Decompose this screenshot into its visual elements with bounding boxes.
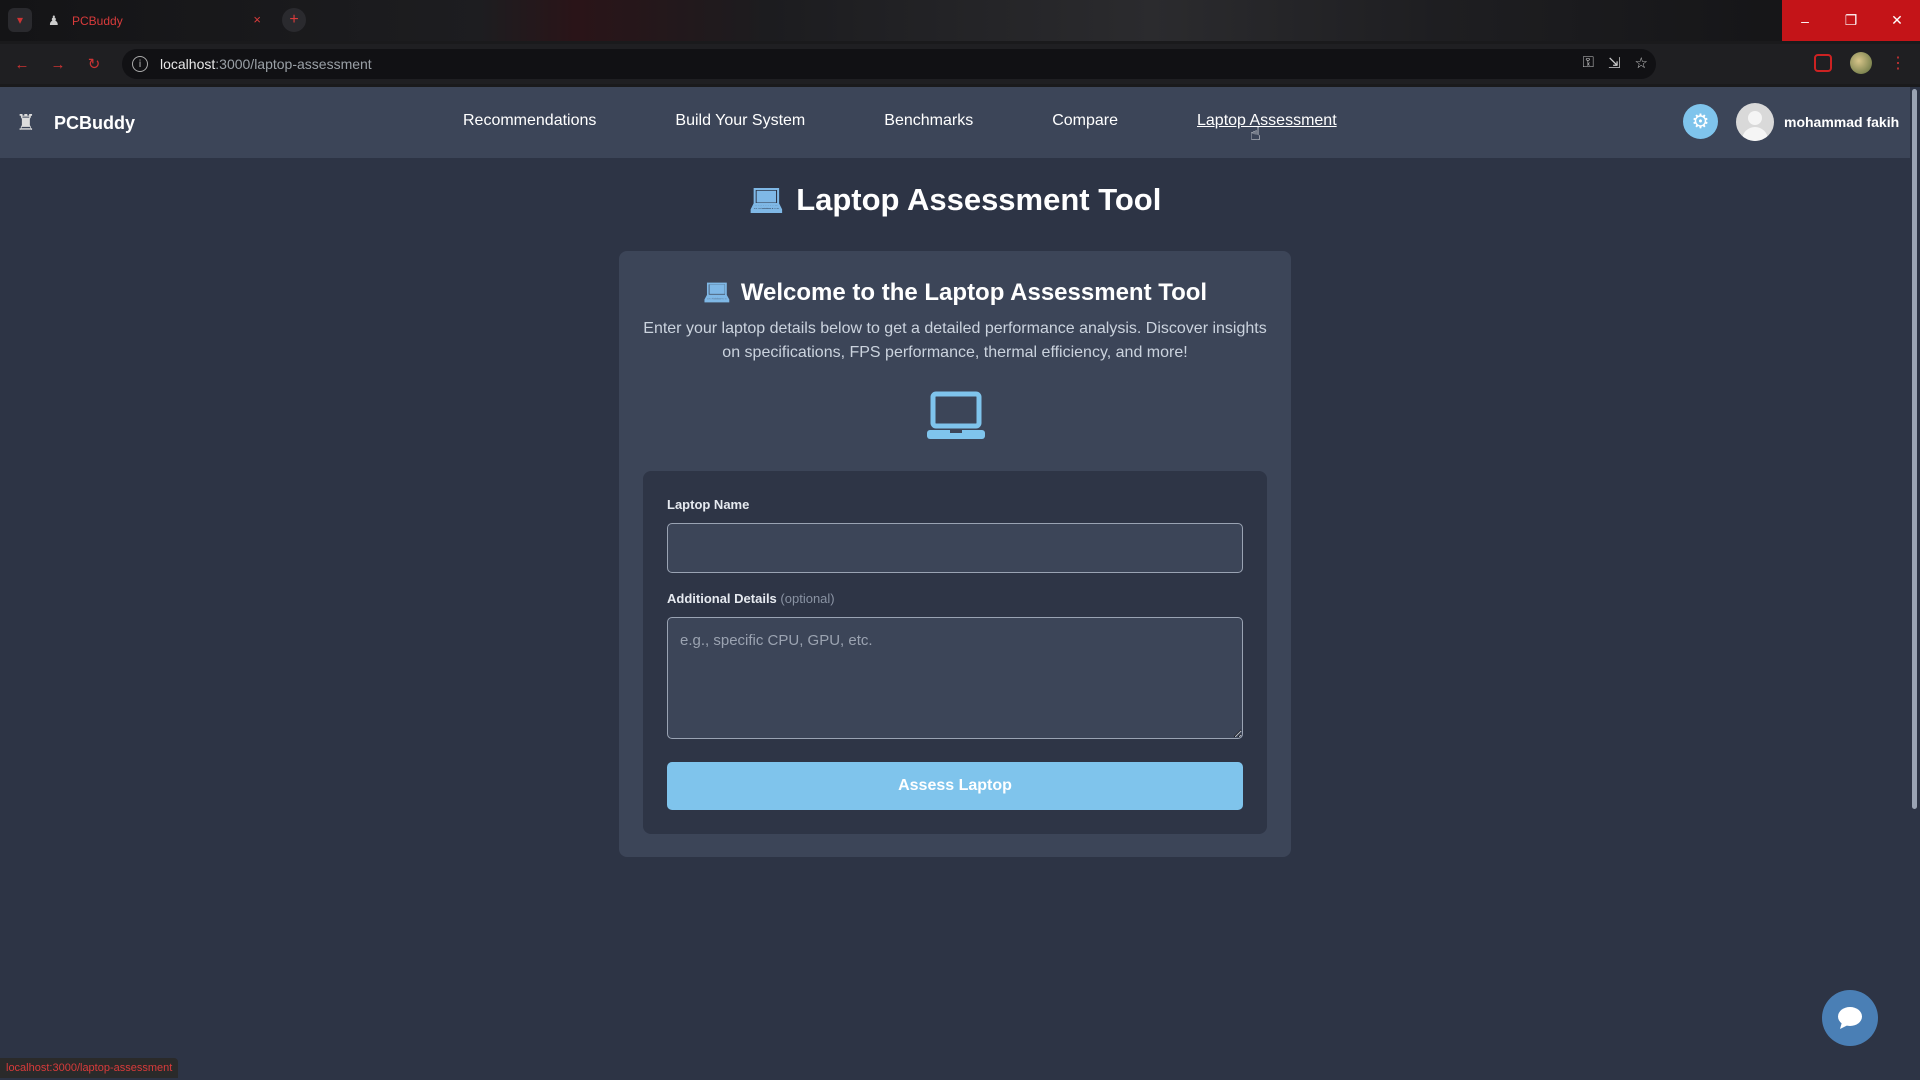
url-host: localhost <box>160 56 216 72</box>
url-path: :3000/laptop-assessment <box>215 56 372 72</box>
tab-search-chevron-icon[interactable]: ▾ <box>8 8 32 32</box>
new-tab-button[interactable]: + <box>282 8 306 32</box>
gear-icon[interactable]: ⚙ <box>1683 104 1718 139</box>
nav-benchmarks[interactable]: Benchmarks <box>884 112 973 130</box>
page-title-text: Laptop Assessment Tool <box>796 182 1162 217</box>
app-header: ♜ PCBuddy Recommendations Build Your Sys… <box>0 87 1910 158</box>
pc-user-icon: ♜ <box>16 110 36 135</box>
nav-build-your-system[interactable]: Build Your System <box>675 112 805 130</box>
address-bar: ← → ↻ i localhost:3000/laptop-assessment… <box>0 44 1920 84</box>
browser-tab[interactable]: ♟ PCBuddy × <box>40 4 275 38</box>
window-controls: – ❐ ✕ <box>1782 0 1920 41</box>
card-description: Enter your laptop details below to get a… <box>643 320 1267 361</box>
extension-icons: ⋮ <box>1814 52 1906 74</box>
favicon-icon: ♟ <box>48 13 60 28</box>
status-bar-url: localhost:3000/laptop-assessment <box>0 1058 179 1078</box>
profile-icon[interactable] <box>1850 52 1872 74</box>
laptop-name-label: Laptop Name <box>667 497 750 512</box>
assessment-card: 💻︎ Welcome to the Laptop Assessment Tool… <box>619 251 1291 857</box>
omnibox-icons: ⚿ ⇲ ☆ <box>1583 54 1648 72</box>
username[interactable]: mohammad fakih <box>1784 114 1899 130</box>
scrollbar-thumb[interactable] <box>1912 89 1917 809</box>
laptop-icon: 💻︎ <box>702 280 731 306</box>
site-info-icon[interactable]: i <box>132 56 148 72</box>
tab-close-icon[interactable]: × <box>253 12 261 27</box>
hand-cursor-icon: ☝ <box>1250 124 1261 145</box>
forward-arrow-icon[interactable]: → <box>48 54 68 74</box>
nav-compare[interactable]: Compare <box>1052 112 1118 130</box>
tab-bar: ▾ ♟ PCBuddy × + – ❐ ✕ <box>0 0 1920 41</box>
reload-icon[interactable]: ↻ <box>84 54 104 74</box>
bookmark-star-icon[interactable]: ☆ <box>1635 54 1648 72</box>
url-input[interactable]: i localhost:3000/laptop-assessment ⚿ ⇲ ☆ <box>122 49 1656 79</box>
minimize-button[interactable]: – <box>1782 0 1828 41</box>
card-title: 💻︎ Welcome to the Laptop Assessment Tool <box>619 279 1291 307</box>
laptop-icon: 💻︎ <box>748 183 785 217</box>
additional-details-label: Additional Details (optional) <box>667 591 835 606</box>
close-window-button[interactable]: ✕ <box>1874 0 1920 41</box>
laptop-name-input[interactable] <box>667 523 1243 573</box>
back-arrow-icon[interactable]: ← <box>12 54 32 74</box>
brand-name: PCBuddy <box>54 112 135 133</box>
chat-button[interactable] <box>1822 990 1878 1046</box>
additional-details-textarea[interactable] <box>667 617 1243 739</box>
browser-chrome: ▾ ♟ PCBuddy × + – ❐ ✕ ← → ↻ i localhost:… <box>0 0 1920 87</box>
nav-laptop-assessment[interactable]: Laptop Assessment <box>1197 112 1337 130</box>
avatar[interactable] <box>1736 103 1774 141</box>
password-key-icon[interactable]: ⚿ <box>1583 54 1594 72</box>
assessment-form: Laptop Name Additional Details (optional… <box>643 471 1267 834</box>
assess-laptop-button[interactable]: Assess Laptop <box>667 762 1243 810</box>
chat-bubble-icon <box>1838 1007 1862 1029</box>
page-scrollbar[interactable] <box>1910 87 1920 1080</box>
main-nav: Recommendations Build Your System Benchm… <box>463 112 1337 130</box>
laptop-illustration-icon <box>927 391 985 439</box>
details-label-text: Additional Details <box>667 591 777 606</box>
page-title: 💻︎ Laptop Assessment Tool <box>0 182 1910 218</box>
tab-title: PCBuddy <box>72 14 123 28</box>
nav-recommendations[interactable]: Recommendations <box>463 112 596 130</box>
optional-hint: (optional) <box>780 591 835 606</box>
install-app-icon[interactable]: ⇲ <box>1608 54 1621 72</box>
brand-link[interactable]: ♜ PCBuddy <box>16 109 135 137</box>
card-title-text: Welcome to the Laptop Assessment Tool <box>740 279 1208 306</box>
menu-kebab-icon[interactable]: ⋮ <box>1890 53 1906 73</box>
extension-icon[interactable] <box>1814 54 1832 72</box>
restore-button[interactable]: ❐ <box>1828 0 1874 41</box>
